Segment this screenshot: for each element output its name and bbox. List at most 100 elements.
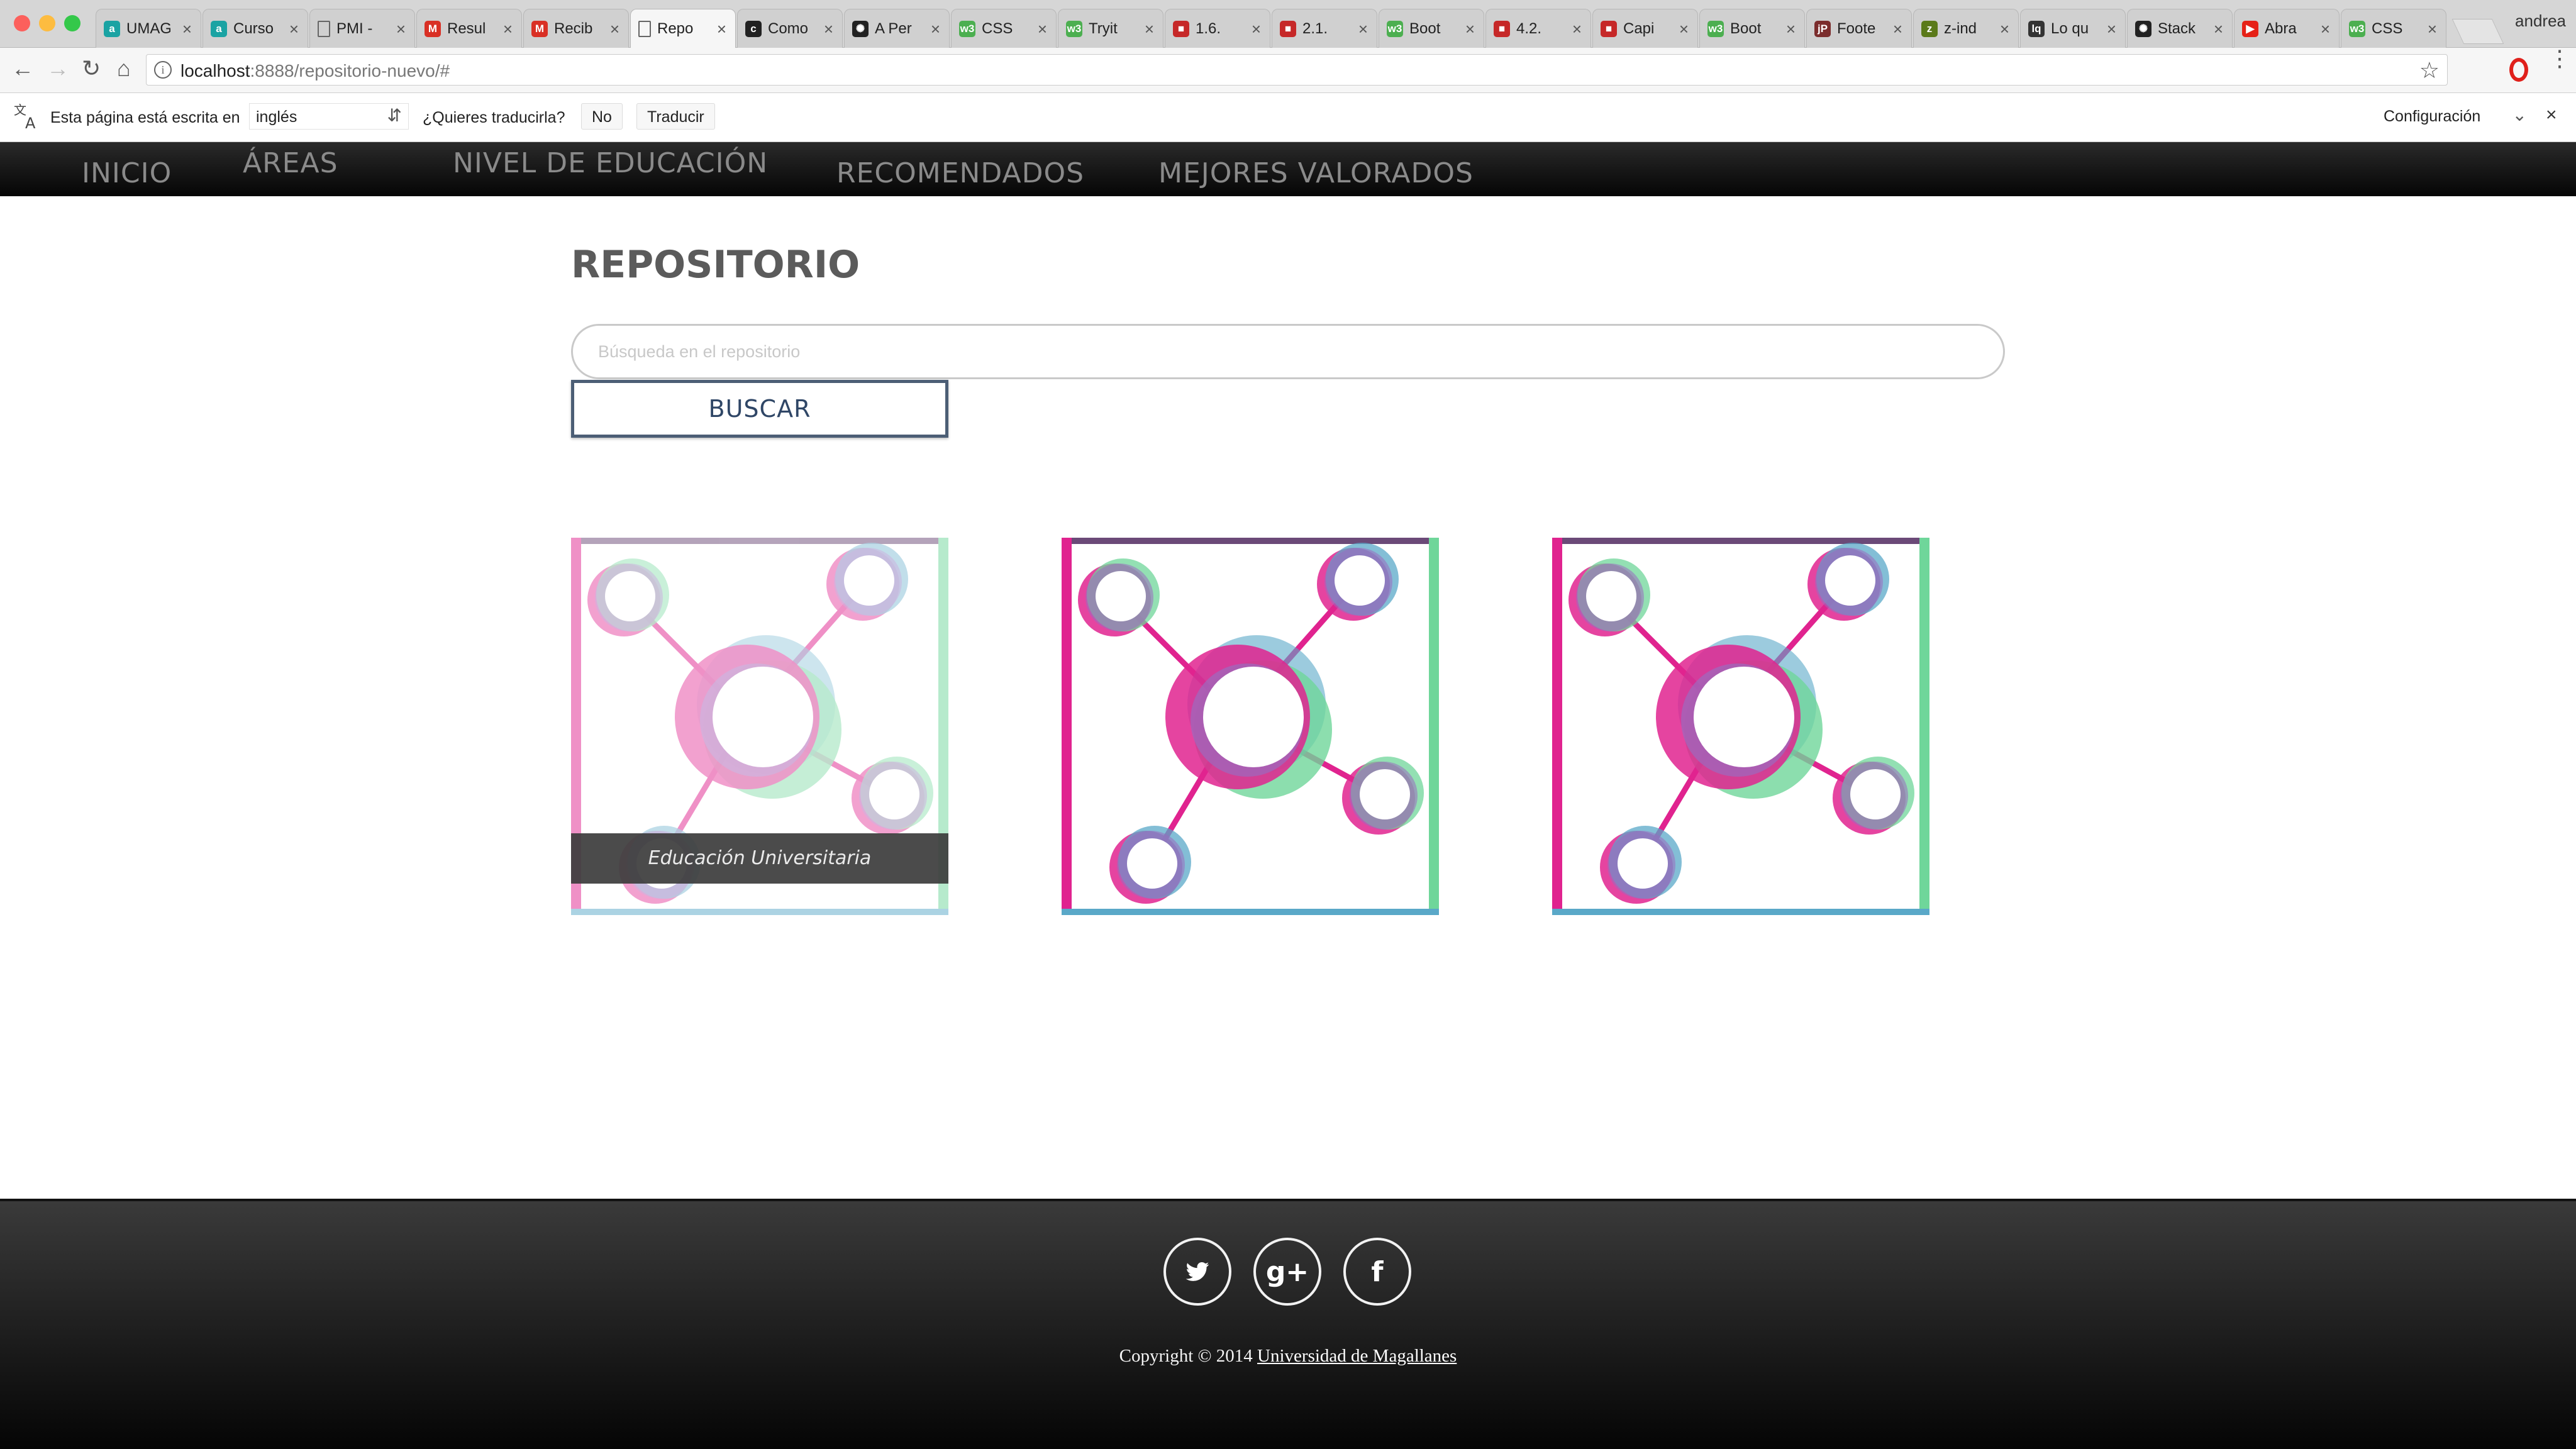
tab-favicon-icon: a — [104, 20, 120, 37]
browser-tab[interactable]: Repo × — [630, 9, 736, 48]
browser-tab[interactable]: w3 CSS × — [951, 9, 1057, 48]
tab-close-icon[interactable]: × — [1572, 19, 1582, 39]
card-caption: Educación Universitaria — [571, 833, 948, 884]
language-value: inglés — [256, 108, 297, 126]
info-icon[interactable]: i — [154, 61, 172, 79]
browser-tab[interactable]: M Recib × — [523, 9, 629, 48]
tab-favicon-icon: w3 — [2349, 20, 2365, 37]
menu-dots-icon[interactable]: ⋮ — [2548, 47, 2571, 70]
home-icon[interactable]: ⌂ — [117, 55, 131, 82]
browser-tab[interactable]: a Curso × — [203, 9, 308, 48]
repository-search-input[interactable] — [571, 324, 2005, 379]
browser-tab[interactable]: a UMAG × — [96, 9, 201, 48]
tab-close-icon[interactable]: × — [396, 19, 406, 39]
no-translate-button[interactable]: No — [581, 103, 623, 130]
nav-item-areas[interactable]: ÁREAS — [243, 147, 338, 179]
tab-close-icon[interactable]: × — [2107, 19, 2116, 39]
url-field[interactable]: i localhost:8888/repositorio-nuevo/# ☆ — [146, 54, 2448, 86]
tab-close-icon[interactable]: × — [717, 19, 726, 39]
tab-close-icon[interactable]: × — [1358, 19, 1368, 39]
tab-close-icon[interactable]: × — [1038, 19, 1047, 39]
browser-tab[interactable]: lq Lo qu × — [2020, 9, 2126, 48]
close-icon[interactable]: × — [2546, 104, 2557, 126]
category-card[interactable]: Educación Universitaria — [571, 538, 948, 915]
url-text: localhost:8888/repositorio-nuevo/# — [180, 61, 450, 81]
category-card[interactable] — [1552, 538, 1929, 915]
tab-close-icon[interactable]: × — [1786, 19, 1796, 39]
google-plus-icon[interactable]: g+ — [1253, 1238, 1321, 1306]
browser-tab[interactable]: w3 CSS × — [2341, 9, 2446, 48]
tab-title: PMI - — [336, 19, 373, 37]
tab-strip: a UMAG × a Curso × PMI - × M Resul × M Recib × Repo × c C… — [96, 9, 2448, 48]
university-link[interactable]: Universidad de Magallanes — [1257, 1346, 1457, 1366]
tab-title: Lo qu — [2051, 19, 2089, 37]
browser-tab[interactable]: c Como × — [737, 9, 843, 48]
tab-close-icon[interactable]: × — [1465, 19, 1475, 39]
forward-arrow-icon[interactable]: → — [47, 55, 69, 82]
profile-name[interactable]: andrea — [2515, 11, 2566, 31]
search-button[interactable]: BUSCAR — [571, 380, 948, 438]
tab-close-icon[interactable]: × — [2214, 19, 2223, 39]
category-card[interactable] — [1062, 538, 1439, 915]
tab-close-icon[interactable]: × — [2428, 19, 2437, 39]
language-select[interactable]: inglés ⇵ — [249, 103, 409, 130]
browser-tab[interactable]: PMI - × — [309, 9, 415, 48]
nav-item-recomendados[interactable]: RECOMENDADOS — [836, 157, 1084, 189]
bookmark-star-icon[interactable]: ☆ — [2419, 57, 2440, 84]
tab-close-icon[interactable]: × — [1893, 19, 1902, 39]
browser-tab[interactable]: w3 Boot × — [1699, 9, 1805, 48]
tab-close-icon[interactable]: × — [610, 19, 619, 39]
configuration-select[interactable]: Configuración ⌄ — [2377, 103, 2532, 130]
browser-tab[interactable]: ✺ A Per × — [844, 9, 950, 48]
translate-button[interactable]: Traducir — [636, 103, 715, 130]
tab-close-icon[interactable]: × — [1145, 19, 1154, 39]
browser-tab[interactable]: ■ 4.2. × — [1485, 9, 1591, 48]
twitter-icon[interactable] — [1163, 1238, 1231, 1306]
browser-tab[interactable]: M Resul × — [416, 9, 522, 48]
nav-item-inicio[interactable]: INICIO — [82, 157, 172, 189]
tab-favicon-icon: ✺ — [2135, 20, 2151, 37]
facebook-icon[interactable]: f — [1343, 1238, 1411, 1306]
tab-close-icon[interactable]: × — [1679, 19, 1689, 39]
reload-icon[interactable]: ↻ — [82, 55, 101, 82]
updown-chevron-icon: ⇵ — [387, 106, 402, 125]
tab-title: Capi — [1623, 19, 1655, 37]
back-arrow-icon[interactable]: ← — [11, 55, 34, 82]
tab-title: Foote — [1837, 19, 1876, 37]
browser-tab[interactable]: ■ 2.1. × — [1272, 9, 1377, 48]
tab-title: Boot — [1409, 19, 1441, 37]
minimize-window-icon[interactable] — [39, 15, 55, 31]
tab-title: Resul — [447, 19, 486, 37]
tab-close-icon[interactable]: × — [931, 19, 940, 39]
opera-extension-icon[interactable] — [2509, 58, 2528, 82]
tab-close-icon[interactable]: × — [182, 19, 192, 39]
browser-tab[interactable]: ■ Capi × — [1592, 9, 1698, 48]
tab-close-icon[interactable]: × — [1252, 19, 1261, 39]
close-window-icon[interactable] — [14, 15, 30, 31]
tab-favicon-icon: c — [745, 20, 762, 37]
tab-close-icon[interactable]: × — [503, 19, 513, 39]
browser-tab[interactable]: jP Foote × — [1806, 9, 1912, 48]
molecule-illustration — [1552, 538, 1929, 915]
new-tab-button[interactable] — [2451, 19, 2504, 44]
tab-close-icon[interactable]: × — [289, 19, 299, 39]
nav-item-nivel-educacion[interactable]: NIVEL DE EDUCACIÓN — [453, 147, 768, 179]
browser-tab[interactable]: ▶ Abra × — [2234, 9, 2340, 48]
svg-text:A: A — [25, 114, 36, 131]
browser-tab[interactable]: z z-ind × — [1913, 9, 2019, 48]
translate-prompt: Esta página está escrita en — [50, 109, 240, 126]
tab-favicon-icon: ▶ — [2242, 20, 2258, 37]
browser-tab[interactable]: w3 Tryit × — [1058, 9, 1163, 48]
site-navbar: INICIO ÁREAS NIVEL DE EDUCACIÓN RECOMEND… — [0, 142, 2576, 196]
url-host: localhost — [180, 61, 250, 80]
translate-question: ¿Quieres traducirla? — [423, 109, 565, 126]
maximize-window-icon[interactable] — [64, 15, 80, 31]
browser-tab[interactable]: ■ 1.6. × — [1165, 9, 1270, 48]
tab-title: Curso — [233, 19, 274, 37]
tab-close-icon[interactable]: × — [2321, 19, 2330, 39]
browser-tab[interactable]: ✺ Stack × — [2127, 9, 2233, 48]
tab-close-icon[interactable]: × — [2000, 19, 2009, 39]
tab-close-icon[interactable]: × — [824, 19, 833, 39]
browser-tab[interactable]: w3 Boot × — [1379, 9, 1484, 48]
nav-item-mejores-valorados[interactable]: MEJORES VALORADOS — [1158, 157, 1474, 189]
